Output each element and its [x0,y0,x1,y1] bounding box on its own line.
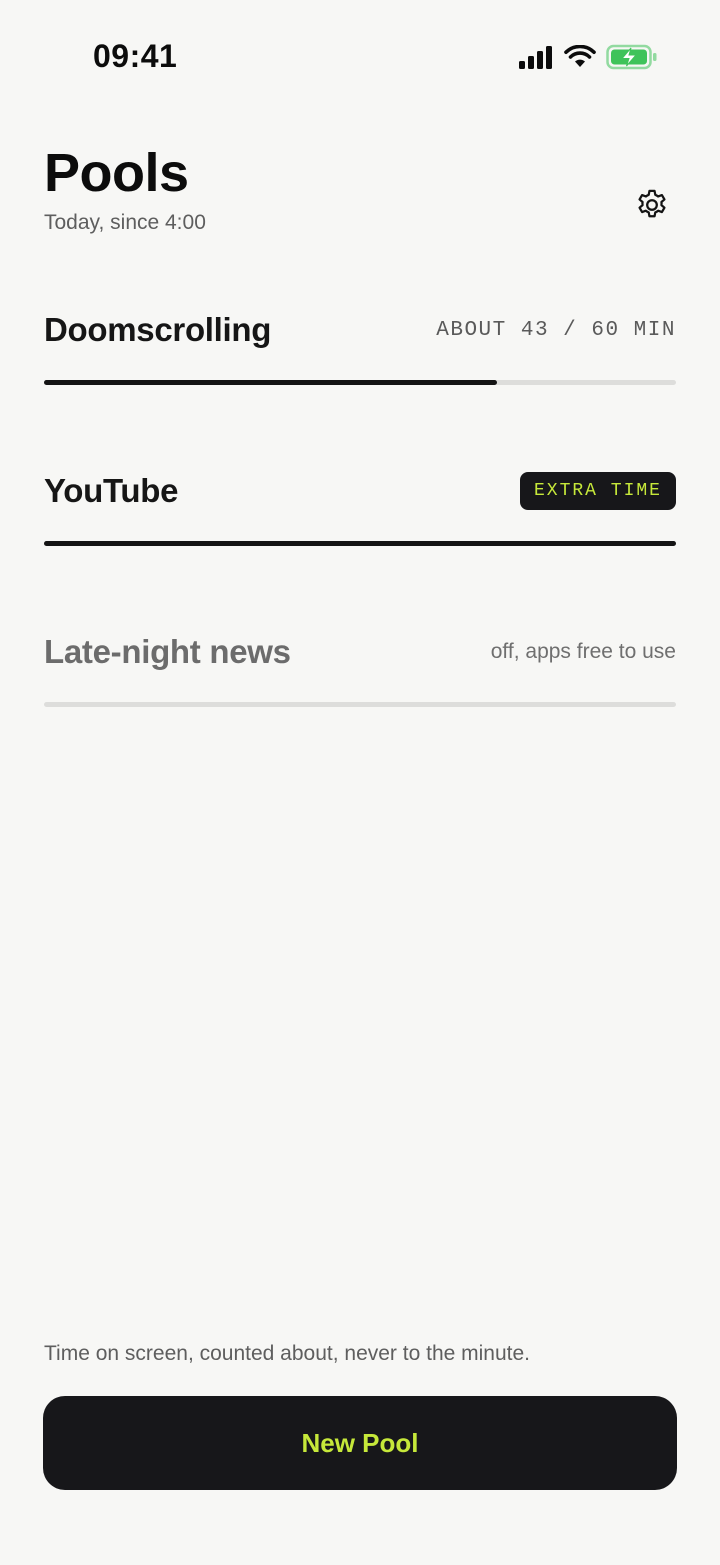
status-bar: 09:41 [0,0,720,110]
progress-track [44,380,676,385]
pool-usage: ABOUT 43 / 60 MIN [436,318,676,342]
pool-item-doomscrolling[interactable]: Doomscrolling ABOUT 43 / 60 MIN [44,300,676,385]
status-time: 09:41 [93,38,178,74]
extra-time-badge: EXTRA TIME [519,472,676,510]
cellular-signal-icon [518,45,554,74]
header: Pools Today, since 4:00 [44,140,676,236]
status-icons [518,44,658,75]
footnote: Time on screen, counted about, never to … [44,1342,531,1365]
page-title: Pools [44,143,189,203]
pool-item-youtube[interactable]: YouTube EXTRA TIME [44,461,676,546]
page-subtitle: Today, since 4:00 [44,211,206,234]
progress-track [44,541,676,546]
progress-track [44,702,676,707]
new-pool-button[interactable]: New Pool [43,1396,677,1490]
settings-button[interactable] [630,185,674,229]
battery-charging-icon [606,44,658,75]
pool-name: Late-night news [44,633,291,670]
pool-status: off, apps free to use [490,640,676,663]
pool-name: YouTube [44,472,179,509]
progress-fill [44,380,498,385]
gear-icon [634,187,670,228]
pool-item-late-night-news[interactable]: Late-night news off, apps free to use [44,622,676,707]
progress-fill [44,541,676,546]
pool-name: Doomscrolling [44,311,272,348]
wifi-icon [564,44,596,74]
